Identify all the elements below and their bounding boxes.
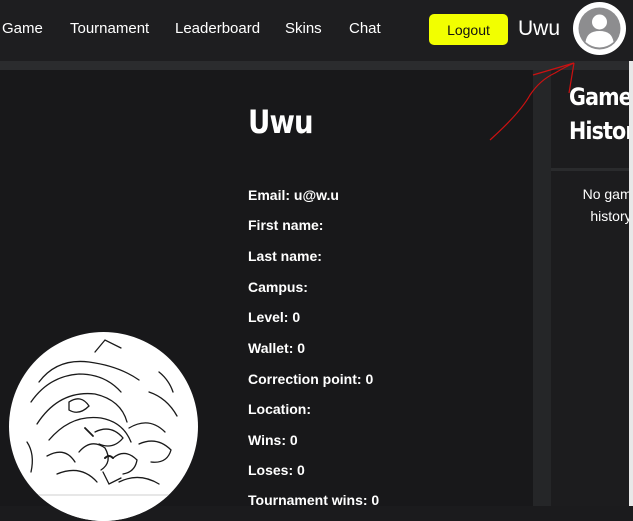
- field-label: Location:: [248, 401, 311, 417]
- navbar: Game Tournament Leaderboard Skins Chat L…: [0, 0, 633, 61]
- nav-link-tournament[interactable]: Tournament: [70, 20, 149, 38]
- user-circle-icon: [578, 7, 621, 50]
- profile-field-last-name: Last name:: [248, 247, 322, 265]
- profile-field-tournament-wins: Tournament wins: 0: [248, 491, 379, 509]
- game-history-title: Game History: [569, 83, 629, 145]
- nav-link-game[interactable]: Game: [2, 20, 43, 38]
- field-label: Wallet:: [248, 340, 294, 356]
- nav-link-leaderboard[interactable]: Leaderboard: [175, 20, 260, 38]
- field-value: u@w.u: [293, 187, 339, 203]
- profile-field-level: Level: 0: [248, 308, 300, 326]
- field-label: Campus:: [248, 279, 308, 295]
- profile-field-location: Location:: [248, 400, 311, 418]
- panel-gap: [533, 70, 551, 506]
- field-value: 0: [297, 340, 306, 356]
- field-label: Level:: [248, 309, 289, 325]
- profile-field-wallet: Wallet: 0: [248, 339, 305, 357]
- profile-field-email: Email: u@w.u: [248, 186, 339, 204]
- profile-picture: [9, 332, 198, 521]
- nav-username: Uwu: [518, 17, 561, 40]
- scrollbar[interactable]: [629, 61, 633, 506]
- game-history-empty: No game history: [582, 186, 629, 224]
- field-label: Email:: [248, 187, 291, 203]
- field-value: 0: [365, 371, 374, 387]
- field-label: Last name:: [248, 248, 322, 264]
- profile-field-wins: Wins: 0: [248, 431, 298, 449]
- field-value: 0: [289, 432, 298, 448]
- game-history-divider: [551, 168, 629, 171]
- profile-field-correction-point: Correction point: 0: [248, 370, 373, 388]
- profile-field-first-name: First name:: [248, 216, 323, 234]
- field-label: Correction point:: [248, 371, 362, 387]
- field-label: First name:: [248, 217, 324, 233]
- field-value: 0: [297, 462, 305, 478]
- field-label: Wins:: [248, 432, 286, 448]
- field-label: Loses:: [248, 462, 294, 478]
- navbar-divider: [0, 61, 633, 70]
- profile-field-campus: Campus:: [248, 278, 308, 296]
- nav-link-chat[interactable]: Chat: [349, 20, 381, 38]
- field-value: 0: [292, 309, 301, 325]
- profile-field-loses: Loses: 0: [248, 461, 305, 479]
- logout-button[interactable]: Logout: [429, 14, 508, 45]
- game-history-panel: Game History No game history: [551, 70, 629, 506]
- profile-name: Uwu: [248, 103, 314, 141]
- avatar[interactable]: [573, 2, 626, 55]
- nav-link-skins[interactable]: Skins: [285, 20, 322, 38]
